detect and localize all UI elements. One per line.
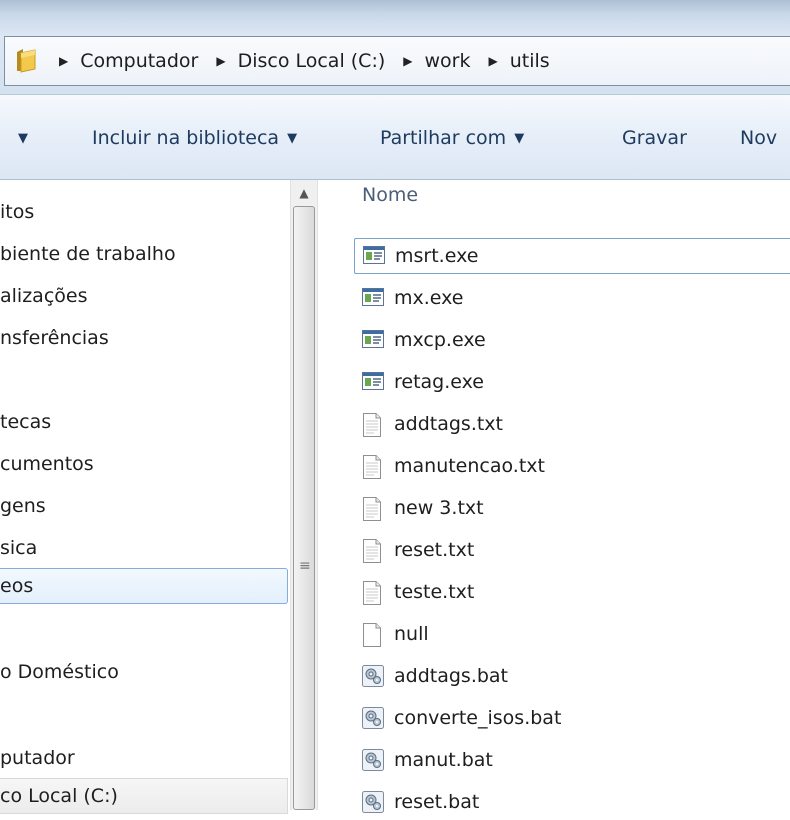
nav-scrollbar[interactable]: ▲ ≡ <box>290 180 318 810</box>
file-row[interactable]: mxcp.exe <box>354 322 790 358</box>
burn-label: Gravar <box>622 127 687 149</box>
file-row[interactable]: addtags.bat <box>354 658 790 694</box>
batch-file-icon <box>362 707 384 729</box>
share-with-label: Partilhar com <box>380 127 507 149</box>
text-document-icon <box>362 539 384 563</box>
burn-button[interactable]: Gravar <box>622 95 687 181</box>
file-row[interactable]: reset.bat <box>354 784 790 820</box>
file-row[interactable]: manutencao.txt <box>354 448 790 484</box>
nav-item-label: biente de trabalho <box>0 243 176 265</box>
nav-item-label: tecas <box>0 411 52 433</box>
batch-file-icon <box>362 749 384 771</box>
nav-item-label: putador <box>0 747 75 769</box>
nav-item-label: cumentos <box>0 453 94 475</box>
address-bar-region: ▶ Computador ▶ Disco Local (C:) ▶ work ▶… <box>0 0 790 94</box>
file-row[interactable]: msrt.exe <box>354 238 790 274</box>
chevron-down-icon: ▼ <box>287 130 298 146</box>
nav-item-transferencias[interactable]: nsferências <box>0 320 288 356</box>
file-row[interactable]: addtags.txt <box>354 406 790 442</box>
file-name: addtags.txt <box>394 413 503 435</box>
file-row[interactable]: manut.bat <box>354 742 790 778</box>
nav-item-label: nsferências <box>0 327 109 349</box>
nav-item-grupo-domestico[interactable]: o Doméstico <box>0 654 288 690</box>
file-name: msrt.exe <box>395 245 479 267</box>
file-name: new 3.txt <box>394 497 484 519</box>
nav-item-label: itos <box>0 201 35 223</box>
text-document-icon <box>362 413 384 437</box>
nav-item-ambiente-de-trabalho[interactable]: biente de trabalho <box>0 236 288 272</box>
nav-item-label: co Local (C:) <box>0 785 118 807</box>
application-icon <box>362 371 384 393</box>
nav-item-bibliotecas[interactable]: tecas <box>0 404 288 440</box>
file-row[interactable]: mx.exe <box>354 280 790 316</box>
application-icon <box>362 329 384 351</box>
nav-item-imagens[interactable]: gens <box>0 488 288 524</box>
blank-file-icon <box>362 623 384 647</box>
new-folder-button[interactable]: Nov <box>740 95 777 181</box>
file-name: teste.txt <box>394 581 475 603</box>
folder-icon <box>15 47 37 73</box>
file-name: converte_isos.bat <box>394 707 562 729</box>
address-bar[interactable]: ▶ Computador ▶ Disco Local (C:) ▶ work ▶… <box>4 36 790 86</box>
organize-dropdown-button[interactable]: ▼ <box>18 95 28 181</box>
breadcrumb-arrow-icon[interactable]: ▶ <box>403 54 412 68</box>
include-in-library-label: Incluir na biblioteca <box>92 127 280 149</box>
nav-item-label: alizações <box>0 285 88 307</box>
breadcrumb-utils[interactable]: utils <box>510 50 550 72</box>
nav-item-computador[interactable]: putador <box>0 740 288 776</box>
file-name: manut.bat <box>394 749 493 771</box>
breadcrumb: ▶ Computador ▶ Disco Local (C:) ▶ work ▶… <box>39 37 550 85</box>
file-list: Nome msrt.exe mx.exe mxcp.exe retag.exe addt… <box>318 180 790 813</box>
text-document-icon <box>362 497 384 521</box>
file-name: manutencao.txt <box>394 455 545 477</box>
nav-item-label: o Doméstico <box>0 661 119 683</box>
nav-item-disco-local[interactable]: co Local (C:) <box>0 778 288 814</box>
scrollbar-thumb[interactable]: ≡ <box>293 206 315 810</box>
nav-item-localizacoes[interactable]: alizações <box>0 278 288 314</box>
file-name: mx.exe <box>394 287 464 309</box>
chevron-down-icon: ▼ <box>514 130 525 146</box>
column-header-name[interactable]: Nome <box>362 184 418 206</box>
file-name: retag.exe <box>394 371 484 393</box>
text-document-icon <box>362 455 384 479</box>
file-name: null <box>394 623 429 645</box>
breadcrumb-arrow-icon[interactable]: ▶ <box>488 54 497 68</box>
breadcrumb-arrow-icon[interactable]: ▶ <box>59 54 68 68</box>
nav-item-favoritos[interactable]: itos <box>0 194 288 230</box>
application-icon <box>363 245 385 267</box>
nav-item-label: sica <box>0 537 38 559</box>
nav-item-musica[interactable]: sica <box>0 530 288 566</box>
file-row[interactable]: new 3.txt <box>354 490 790 526</box>
share-with-button[interactable]: Partilhar com ▼ <box>380 95 524 181</box>
chevron-down-icon: ▼ <box>18 130 28 146</box>
include-in-library-button[interactable]: Incluir na biblioteca ▼ <box>92 95 297 181</box>
nav-item-documentos[interactable]: cumentos <box>0 446 288 482</box>
file-row[interactable]: retag.exe <box>354 364 790 400</box>
command-bar: ▼ Incluir na biblioteca ▼ Partilhar com … <box>0 94 790 180</box>
nav-item-label: eos <box>0 575 34 597</box>
file-name: mxcp.exe <box>394 329 486 351</box>
batch-file-icon <box>362 665 384 687</box>
nav-item-label: gens <box>0 495 46 517</box>
breadcrumb-arrow-icon[interactable]: ▶ <box>216 54 225 68</box>
file-row[interactable]: teste.txt <box>354 574 790 610</box>
file-row[interactable]: converte_isos.bat <box>354 700 790 736</box>
file-name: addtags.bat <box>394 665 509 687</box>
scroll-up-arrow-icon[interactable]: ▲ <box>291 180 317 206</box>
file-name: reset.txt <box>394 539 475 561</box>
nav-item-videos[interactable]: eos <box>0 568 288 604</box>
breadcrumb-work[interactable]: work <box>425 50 471 72</box>
navigation-pane: itos biente de trabalho alizações nsferê… <box>0 180 290 814</box>
application-icon <box>362 287 384 309</box>
breadcrumb-computador[interactable]: Computador <box>80 50 198 72</box>
text-document-icon <box>362 581 384 605</box>
breadcrumb-disco-local[interactable]: Disco Local (C:) <box>238 50 386 72</box>
file-row[interactable]: reset.txt <box>354 532 790 568</box>
new-folder-label: Nov <box>740 127 778 149</box>
file-row[interactable]: null <box>354 616 790 652</box>
grip-icon: ≡ <box>299 558 311 574</box>
